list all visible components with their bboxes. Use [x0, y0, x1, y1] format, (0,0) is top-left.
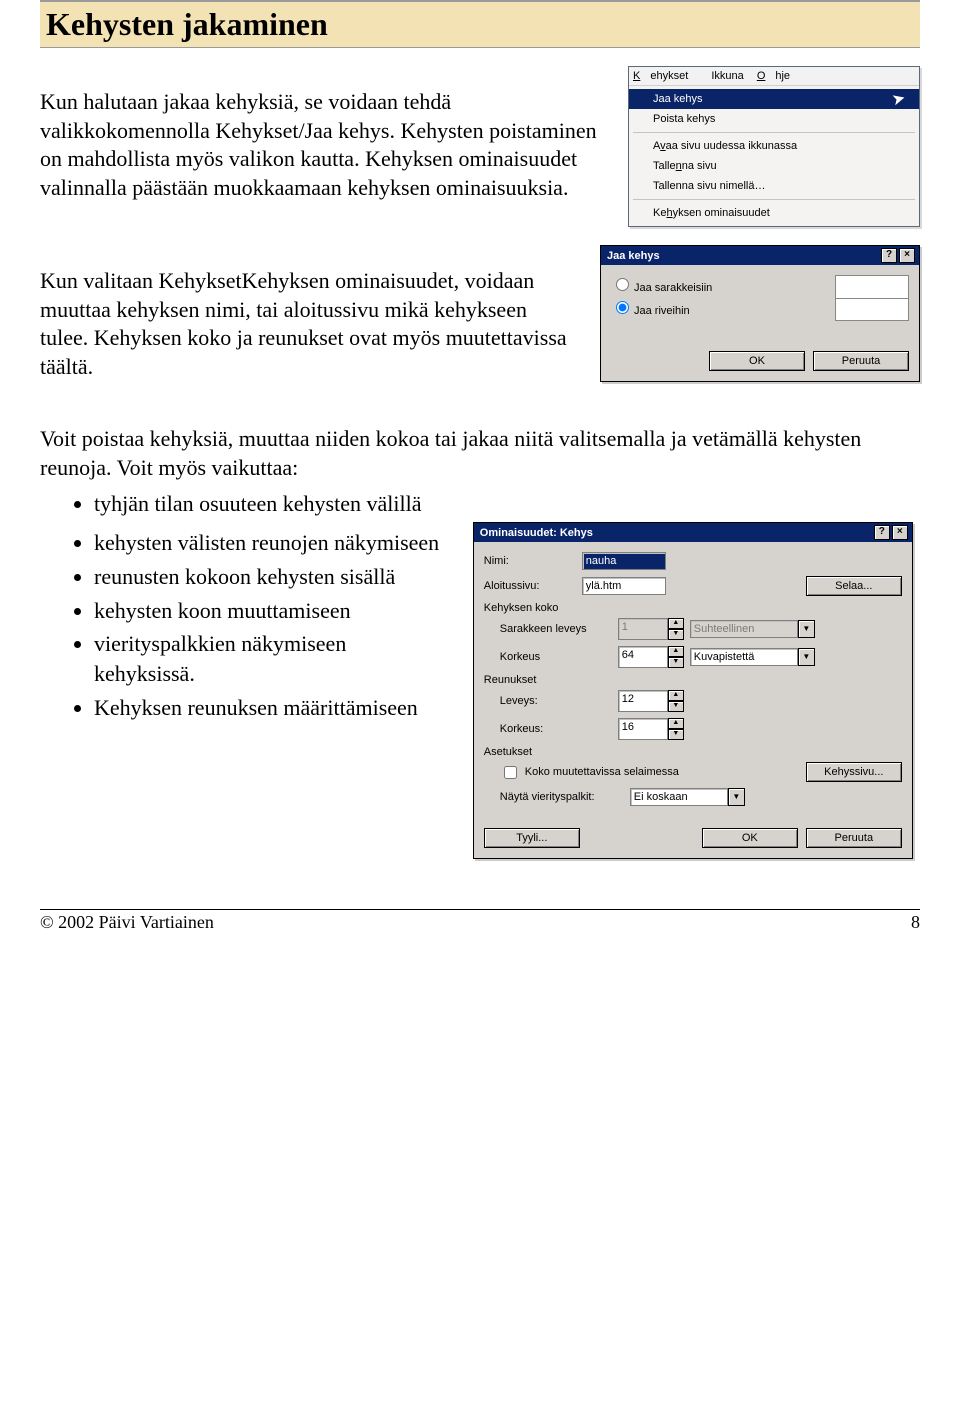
label-korkeus: Korkeus: [500, 651, 612, 663]
chevron-up-icon[interactable]: ▲: [668, 618, 684, 629]
chevron-up-icon[interactable]: ▲: [668, 718, 684, 729]
help-icon[interactable]: ?: [874, 525, 890, 540]
radio-jaa-riveihin[interactable]: Jaa riveihin: [611, 298, 712, 317]
reunus-leveys-stepper[interactable]: 12 ▲▼: [618, 690, 684, 712]
label-vierityspalkit: Näytä vierityspalkit:: [500, 791, 624, 803]
bullet-5: vierityspalkkien näkymiseen kehyksissä.: [94, 629, 445, 688]
label-asetukset: Asetukset: [484, 746, 902, 758]
sarake-unit-select[interactable]: Suhteellinen ▼: [690, 620, 815, 638]
chevron-up-icon[interactable]: ▲: [668, 690, 684, 701]
cancel-button[interactable]: Peruuta: [806, 828, 902, 848]
reunus-korkeus-stepper[interactable]: 16 ▲▼: [618, 718, 684, 740]
menu-separator: [633, 132, 915, 133]
menu-jaa-kehys[interactable]: Jaa kehys ➤: [629, 89, 919, 109]
label-leveys: Leveys:: [500, 695, 612, 707]
page-title: Kehysten jakaminen: [46, 6, 914, 43]
split-preview: [835, 275, 909, 321]
chevron-up-icon[interactable]: ▲: [668, 646, 684, 657]
kehyssivu-button[interactable]: Kehyssivu...: [806, 762, 902, 782]
close-icon[interactable]: ×: [899, 248, 915, 263]
dialog-jaa-kehys: Jaa kehys ? × Jaa sarakkeisiin Jaa: [600, 245, 920, 382]
label-nimi: Nimi:: [484, 555, 576, 567]
kehykset-dropdown-menu: Kehykset Ikkuna Ohje Jaa kehys ➤ Poista …: [628, 66, 920, 227]
menu-ominaisuudet[interactable]: Kehyksen ominaisuudet: [629, 203, 919, 223]
menu-separator: [633, 199, 915, 200]
menu-tallenna[interactable]: Tallenna sivu: [629, 156, 919, 176]
chevron-down-icon[interactable]: ▼: [798, 620, 815, 638]
footer-page-number: 8: [911, 912, 920, 933]
section-title-banner: Kehysten jakaminen: [40, 0, 920, 48]
nimi-field[interactable]: nauha: [582, 552, 666, 570]
dialog1-titlebar: Jaa kehys ? ×: [601, 246, 919, 265]
footer-copyright: © 2002 Päivi Vartiainen: [40, 912, 214, 933]
menubar-ohje[interactable]: Ohje: [757, 70, 790, 82]
chevron-down-icon[interactable]: ▼: [668, 657, 684, 668]
chevron-down-icon[interactable]: ▼: [668, 629, 684, 640]
menubar-ikkuna[interactable]: Ikkuna: [711, 70, 743, 82]
paragraph-1: Kun halutaan jakaa kehyksiä, se voidaan …: [40, 88, 604, 202]
label-reunukset: Reunukset: [484, 674, 902, 686]
aloitussivu-field[interactable]: ylä.htm: [582, 577, 666, 595]
label-kehyksen-koko: Kehyksen koko: [484, 602, 902, 614]
dialog1-title: Jaa kehys: [607, 250, 660, 262]
ok-button[interactable]: OK: [709, 351, 805, 371]
cancel-button[interactable]: Peruuta: [813, 351, 909, 371]
radio-jaa-sarakkeisiin[interactable]: Jaa sarakkeisiin: [611, 275, 712, 294]
label-korkeus2: Korkeus:: [500, 723, 612, 735]
menubar: Kehykset Ikkuna Ohje: [629, 67, 919, 86]
close-icon[interactable]: ×: [892, 525, 908, 540]
bullet-4: kehysten koon muuttamiseen: [94, 596, 445, 626]
cursor-icon: ➤: [889, 88, 907, 111]
paragraph-2: Kun valitaan KehyksetKehyksen ominaisuud…: [40, 267, 576, 381]
paragraph-3: Voit poistaa kehyksiä, muuttaa niiden ko…: [40, 425, 920, 482]
dialog2-titlebar: Ominaisuudet: Kehys ? ×: [474, 523, 912, 542]
dialog2-title: Ominaisuudet: Kehys: [480, 527, 593, 539]
chevron-down-icon[interactable]: ▼: [668, 701, 684, 712]
menubar-kehykset[interactable]: Kehykset: [633, 70, 698, 82]
menu-tallenna-nimella[interactable]: Tallenna sivu nimellä…: [629, 176, 919, 196]
help-icon[interactable]: ?: [881, 248, 897, 263]
bullet-1: tyhjän tilan osuuteen kehysten välillä: [94, 489, 920, 519]
sarake-leveys-stepper[interactable]: 1 ▲▼: [618, 618, 684, 640]
bullet-3: reunusten kokoon kehysten sisällä: [94, 562, 445, 592]
ok-button[interactable]: OK: [702, 828, 798, 848]
chevron-down-icon[interactable]: ▼: [668, 729, 684, 740]
korkeus-stepper[interactable]: 64 ▲▼: [618, 646, 684, 668]
selaa-button[interactable]: Selaa...: [806, 576, 902, 596]
label-koko-muutettavissa: Koko muutettavissa selaimessa: [525, 766, 679, 778]
koko-muutettavissa-checkbox[interactable]: [504, 766, 517, 779]
bullet-6: Kehyksen reunuksen määrittämiseen: [94, 693, 445, 723]
dialog-ominaisuudet-kehys: Ominaisuudet: Kehys ? × Nimi: nauha Aloi…: [473, 522, 913, 859]
chevron-down-icon[interactable]: ▼: [728, 788, 745, 806]
label-sarake-leveys: Sarakkeen leveys: [500, 623, 612, 635]
menu-poista-kehys[interactable]: Poista kehys: [629, 109, 919, 129]
vierityspalkit-select[interactable]: Ei koskaan ▼: [630, 788, 745, 806]
menu-avaa-uudessa[interactable]: Avaa sivu uudessa ikkunassa: [629, 136, 919, 156]
korkeus-unit-select[interactable]: Kuvapistettä ▼: [690, 648, 815, 666]
chevron-down-icon[interactable]: ▼: [798, 648, 815, 666]
bullet-2: kehysten välisten reunojen näkymiseen: [94, 528, 445, 558]
label-aloitussivu: Aloitussivu:: [484, 580, 576, 592]
tyyli-button[interactable]: Tyyli...: [484, 828, 580, 848]
